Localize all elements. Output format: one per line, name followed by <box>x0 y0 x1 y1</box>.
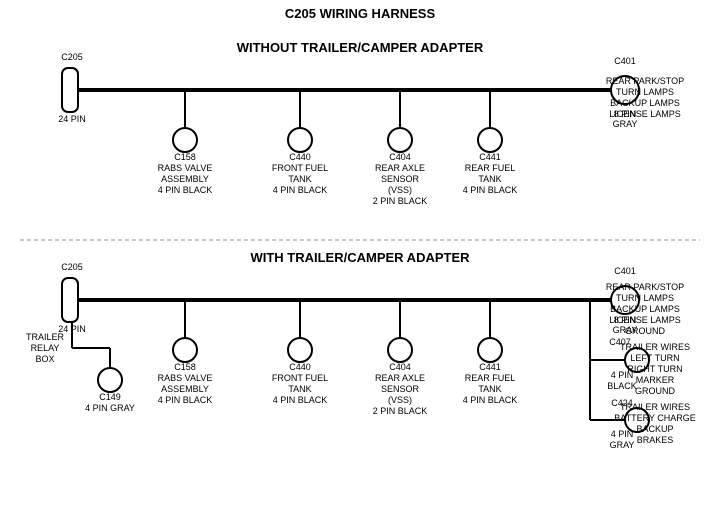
s2-right-desc3: BACKUP LAMPS <box>610 304 680 314</box>
s2-c407-d4: MARKER <box>636 375 675 385</box>
s1-c158-d1: RABS VALVE <box>158 163 213 173</box>
s2-relay-label3: BOX <box>35 354 54 364</box>
s2-c424-pin2: GRAY <box>610 440 635 450</box>
s1-c404-d4: 2 PIN BLACK <box>373 196 428 206</box>
s2-c149-pin: 4 PIN GRAY <box>85 403 135 413</box>
s2-relay-label1: TRAILER <box>26 332 65 342</box>
s2-c407-d2: LEFT TURN <box>630 353 679 363</box>
s2-c158-d2: ASSEMBLY <box>161 384 209 394</box>
s1-c404-d2: SENSOR <box>381 174 420 184</box>
s1-c158-d2: ASSEMBLY <box>161 174 209 184</box>
s1-right-pin: 8 PIN <box>614 109 637 119</box>
s2-c404-d2: SENSOR <box>381 384 420 394</box>
s2-c407-pin2: BLACK <box>607 381 637 391</box>
s2-left-id: C205 <box>61 262 83 272</box>
s2-c424-d1: TRAILER WIRES <box>620 402 690 412</box>
s2-relay-label2: RELAY <box>31 343 60 353</box>
s1-right-id: C401 <box>614 56 636 66</box>
s1-right-desc2: TURN LAMPS <box>616 87 674 97</box>
s2-c441-d2: TANK <box>478 384 501 394</box>
s2-c440-d1: FRONT FUEL <box>272 373 328 383</box>
s2-c407-d3: RIGHT TURN <box>627 364 682 374</box>
s1-c441-d1: REAR FUEL <box>465 163 516 173</box>
s2-c407-d5: GROUND <box>635 386 675 396</box>
s2-c158-id: C158 <box>174 362 196 372</box>
s2-c441-d1: REAR FUEL <box>465 373 516 383</box>
s2-right-pin: 8 PIN <box>614 315 637 325</box>
s2-c424-d4: BRAKES <box>637 435 674 445</box>
s2-c407-pin1: 4 PIN <box>611 370 634 380</box>
s2-c158-d3: 4 PIN BLACK <box>158 395 213 405</box>
s2-c424-d3: BACKUP <box>636 424 673 434</box>
s2-c441-d3: 4 PIN BLACK <box>463 395 518 405</box>
s1-c441-d3: 4 PIN BLACK <box>463 185 518 195</box>
s2-c424-pin1: 4 PIN <box>611 429 634 439</box>
s1-c404-d3: (VSS) <box>388 185 412 195</box>
s2-right-desc2: TURN LAMPS <box>616 293 674 303</box>
s2-c404-d3: (VSS) <box>388 395 412 405</box>
s1-c441-id: C441 <box>479 152 501 162</box>
s1-c404-id: C404 <box>389 152 411 162</box>
s1-c158-id: C158 <box>174 152 196 162</box>
s2-c158-d1: RABS VALVE <box>158 373 213 383</box>
s2-c407-d1: TRAILER WIRES <box>620 342 690 352</box>
s1-c440-d1: FRONT FUEL <box>272 163 328 173</box>
s2-c149-id: C149 <box>99 392 121 402</box>
s2-right-desc1: REAR PARK/STOP <box>606 282 684 292</box>
diagram-container: C205 WIRING HARNESS WITHOUT TRAILER/CAMP… <box>0 0 720 517</box>
s2-c404-d4: 2 PIN BLACK <box>373 406 428 416</box>
s1-left-id: C205 <box>61 52 83 62</box>
s1-right-desc3: BACKUP LAMPS <box>610 98 680 108</box>
s2-c440-d3: 4 PIN BLACK <box>273 395 328 405</box>
s2-right-color: GRAY <box>613 325 638 335</box>
s1-c440-d2: TANK <box>288 174 311 184</box>
s2-c404-id: C404 <box>389 362 411 372</box>
s1-right-color: GRAY <box>613 119 638 129</box>
s1-c158-d3: 4 PIN BLACK <box>158 185 213 195</box>
section1-label: WITHOUT TRAILER/CAMPER ADAPTER <box>237 40 484 55</box>
s1-right-desc1: REAR PARK/STOP <box>606 76 684 86</box>
s2-c441-id: C441 <box>479 362 501 372</box>
s1-c440-d3: 4 PIN BLACK <box>273 185 328 195</box>
s2-c440-d2: TANK <box>288 384 311 394</box>
s2-c440-id: C440 <box>289 362 311 372</box>
page-title: C205 WIRING HARNESS <box>285 6 436 21</box>
s2-c404-d1: REAR AXLE <box>375 373 425 383</box>
s1-c440-id: C440 <box>289 152 311 162</box>
section2-label: WITH TRAILER/CAMPER ADAPTER <box>250 250 470 265</box>
s1-c441-d2: TANK <box>478 174 501 184</box>
s1-c404-d1: REAR AXLE <box>375 163 425 173</box>
s2-right-id: C401 <box>614 266 636 276</box>
s1-left-pin: 24 PIN <box>58 114 86 124</box>
s2-c424-d2: BATTERY CHARGE <box>614 413 696 423</box>
